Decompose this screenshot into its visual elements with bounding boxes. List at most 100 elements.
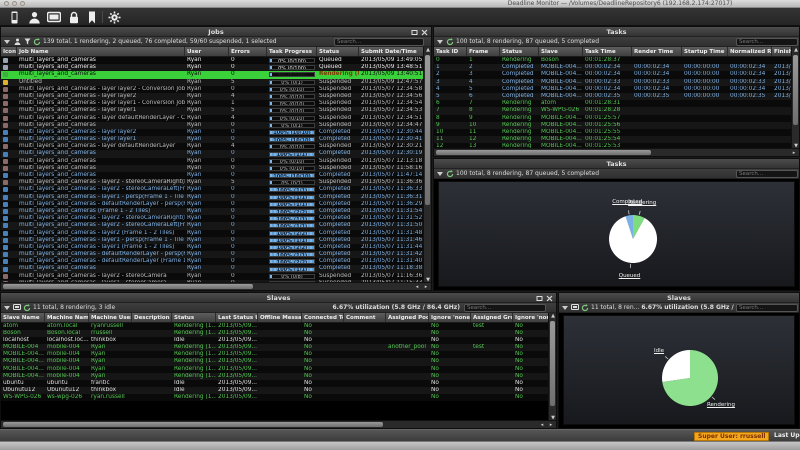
table-row[interactable]: 1 2 Completed MOBILE-004... 00:00:02:34 00:00… [434,64,793,72]
table-row[interactable]: multi_layers_and_cameras - layer2 - ster… [1,186,425,194]
slave-icon[interactable] [6,10,22,24]
column-header[interactable]: Machine Name [45,313,89,322]
column-header[interactable]: User [185,47,229,56]
column-header[interactable]: Assigned Pools [386,313,429,322]
table-row[interactable]: atom atom.local ryanrussell Rendering (1...… [1,323,550,331]
table-row[interactable]: multi_layers_and_cameras - layer layer2 R… [1,128,425,137]
table-row[interactable]: 3 4 Completed MOBILE-004... 00:00:02:33 00:00… [434,78,793,86]
table-row[interactable]: multi_layers_and_cameras - layer default… [1,143,425,151]
column-header[interactable]: Finish D [772,47,793,56]
tasks-chart-search-input[interactable] [736,170,798,178]
tasks-horizontal-scrollbar[interactable]: ▸ [434,148,799,156]
table-row[interactable]: multi_layers_and_cameras - layer layer1 … [1,100,425,108]
table-row[interactable]: 7 8 Rendering WS-WPG-026 00:01:28:28 [434,107,793,115]
table-row[interactable]: multi_layers_and_cameras - defaultRender… [1,258,425,266]
table-row[interactable]: multi_layers_and_cameras (Frame 1 - 2 Ti… [1,207,425,216]
table-row[interactable]: multi_layers_and_cameras - layer1 - pers… [1,236,425,244]
table-row[interactable]: MOBILE-004... mobile-004 Ryan Rendering (1.… [1,372,550,380]
table-row[interactable]: multi_layers_and_cameras Ryan 0 100% (1/1) C… [1,265,425,273]
table-row[interactable]: localhost localhost.loc... thinkbox Idle 201… [1,337,550,345]
column-header[interactable]: Submit Date/Time [359,47,425,56]
table-row[interactable]: multi_layers_and_cameras Ryan 0 0% (0/100) Q… [1,57,425,65]
table-row[interactable]: multi_layers_and_cameras Ryan 0 5% (5/100) R… [1,71,425,79]
table-row[interactable]: multi_layers_and_cameras - layer1 (Frame… [1,243,425,252]
jobs-vertical-scrollbar[interactable]: ▲ ▼ [423,47,431,284]
column-header[interactable]: Comment [344,313,386,322]
float-panel-icon[interactable] [411,29,418,36]
column-header[interactable]: Icon [1,47,17,56]
table-row[interactable]: 10 11 Rendering MOBILE-004... 00:01:25:55 [434,128,793,137]
slaves-chart-search-input[interactable] [736,304,798,312]
user-filter-icon[interactable] [13,38,21,46]
table-row[interactable]: Ubunutu12 Ubunutu12 thinkbox Idle 2013/05/09… [1,386,550,394]
zoom-traffic-light[interactable] [20,1,25,6]
column-header[interactable]: Assigned Groups [471,313,513,322]
table-row[interactable]: MOBILE-004... mobile-004 Ryan Rendering (1.… [1,358,550,366]
refresh-icon[interactable] [581,303,589,312]
table-row[interactable]: WS-WPG-026 ws-wpg-026 ryan.russell Renderin… [1,393,550,401]
table-row[interactable]: multi_layers_and_cameras - layer2 - ster… [1,272,425,280]
column-header[interactable]: Task ID [434,47,467,56]
table-row[interactable]: multi_layers_and_cameras - layer2 - ster… [1,215,425,223]
lock-icon[interactable] [66,10,82,24]
column-header[interactable]: Task Progress [267,47,317,56]
table-row[interactable]: 6 7 Rendering atom 00:01:28:31 [434,100,793,108]
close-panel-icon[interactable] [546,295,553,302]
slave-list-icon[interactable] [13,304,21,312]
minimize-traffic-light[interactable] [12,1,17,6]
refresh-icon[interactable] [23,303,31,312]
column-header[interactable]: Machine User [89,313,132,322]
collapse-caret-icon[interactable] [436,170,444,178]
column-header[interactable]: Description [132,313,172,322]
column-header[interactable]: Errors [229,47,267,56]
table-row[interactable]: multi_layers_and_cameras - layer2 - ster… [1,179,425,187]
column-header[interactable]: Startup Time [682,47,728,56]
table-row[interactable]: multi_layers_and_cameras Ryan 0 0% (0/100) Q… [1,64,425,72]
refresh-icon[interactable] [446,37,454,46]
table-row[interactable]: MOBILE-004... mobile-004 Ryan Rendering (1.… [1,365,550,373]
table-row[interactable]: Boson Boson.local rrussell Rendering (1... 2… [1,330,550,338]
table-row[interactable]: 4 5 Completed MOBILE-004... 00:00:02:34 00:00… [434,85,793,93]
slave-list-icon[interactable] [571,304,579,312]
close-panel-icon[interactable] [421,29,428,36]
table-row[interactable]: multi_layers_and_cameras - layer2 - ster… [1,222,425,230]
table-row[interactable]: multi_layers_and_cameras Ryan 0 100% (10/10… [1,172,425,180]
column-header[interactable]: Task Time [583,47,632,56]
table-row[interactable]: 9 10 Rendering MOBILE-004... 00:01:25:56 [434,121,793,129]
table-row[interactable]: 0 1 Rendering Boson 00:01:28:37 [434,57,793,65]
table-row[interactable]: multi_layers_and_cameras - defaultRender… [1,251,425,259]
bookmark-icon[interactable] [84,10,100,24]
slaves-horizontal-scrollbar[interactable]: ◂ ▸ [1,420,556,428]
table-row[interactable]: multi_layers_and_cameras - defaultRender… [1,200,425,208]
column-header[interactable]: Offline Message [258,313,302,322]
column-header[interactable]: Ignore 'none' Poo [429,313,471,322]
slaves-search-input[interactable] [464,304,546,312]
slaves-vertical-scrollbar[interactable]: ▲ ▼ [548,313,556,422]
column-header[interactable]: Status [172,313,216,322]
table-row[interactable]: 5 6 Completed MOBILE-004... 00:00:02:35 00:00… [434,92,793,101]
table-row[interactable]: multi_layers_and_cameras - layer layer2 R… [1,92,425,101]
table-row[interactable]: multi_layers_and_cameras Ryan 0 0% (0/1) Sus… [1,121,425,129]
table-row[interactable]: 11 12 Rendering MOBILE-004... 00:01:25:54 [434,136,793,144]
table-row[interactable]: multi_layers_and_cameras - layer2 (Frame… [1,229,425,237]
table-row[interactable]: multi_layers_and_cameras - layer layer1 R… [1,136,425,144]
column-header[interactable]: Status [500,47,539,56]
column-header[interactable]: Connected To Pul [302,313,344,322]
gear-icon[interactable] [106,10,122,24]
refresh-icon[interactable] [446,169,454,178]
tasks-search-input[interactable] [736,38,798,46]
table-row[interactable]: multi_layers_and_cameras - layer1 - pers… [1,193,425,201]
table-row[interactable]: multi_layers_and_cameras - layer default… [1,114,425,122]
table-row[interactable]: MOBILE-004... mobile-004 Ryan Rendering (1.… [1,351,550,359]
close-traffic-light[interactable] [4,1,9,6]
table-row[interactable]: multi_layers_and_cameras - layer layer1 R… [1,107,425,115]
column-header[interactable]: Slave Name [1,313,45,322]
tasks-vertical-scrollbar[interactable]: ▲ ▼ [791,47,799,150]
jobs-horizontal-scrollbar[interactable]: ◂ ▸ [1,282,431,290]
column-header[interactable]: Slave [539,47,583,56]
table-row[interactable]: multi_layers_and_cameras - layer layer2 … [1,85,425,93]
collapse-caret-icon[interactable] [3,38,11,46]
table-row[interactable]: multi_layers_and_cameras Ryan 0 100% (1/1) C… [1,150,425,158]
table-row[interactable]: 8 9 Rendering MOBILE-004... 00:01:25:57 [434,114,793,122]
jobs-search-input[interactable] [334,38,424,46]
